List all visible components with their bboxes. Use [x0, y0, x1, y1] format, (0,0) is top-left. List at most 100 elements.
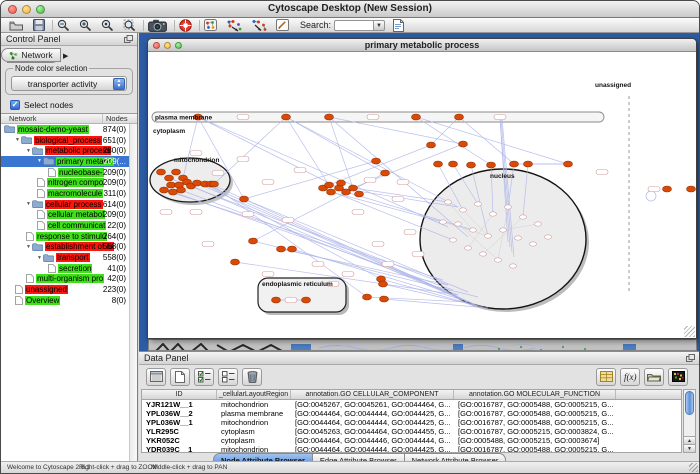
network-node-label[interactable]	[648, 187, 660, 192]
disclosure-triangle-icon[interactable]: ▼	[15, 137, 20, 143]
network-node[interactable]	[282, 114, 291, 120]
network-node[interactable]	[545, 235, 552, 239]
network-node[interactable]	[167, 182, 176, 188]
network-node[interactable]	[172, 169, 181, 175]
tree-column-network[interactable]: Network	[1, 114, 103, 123]
network-window-titlebar[interactable]: primary metabolic process	[148, 39, 696, 52]
tree-row[interactable]: mosaic-demo-yeast874(0)	[1, 124, 137, 135]
network-node[interactable]	[372, 158, 381, 164]
document-icon[interactable]	[393, 18, 404, 32]
network-node[interactable]	[337, 180, 346, 186]
network-node[interactable]	[165, 175, 174, 181]
network-node[interactable]	[510, 161, 519, 167]
scrollbar-thumb[interactable]	[685, 391, 694, 415]
network-node[interactable]	[459, 141, 468, 147]
disclosure-triangle-icon[interactable]: ▼	[26, 148, 31, 154]
minimize-window-icon[interactable]	[22, 5, 31, 14]
network-node[interactable]	[445, 200, 452, 204]
network-node[interactable]	[249, 238, 258, 244]
network-node-label[interactable]	[367, 115, 379, 120]
open-session-icon[interactable]	[9, 18, 24, 32]
new-attribute-icon[interactable]	[170, 368, 190, 386]
network-node-label[interactable]	[262, 272, 274, 277]
network-node-label[interactable]	[404, 230, 416, 235]
network-node-label[interactable]	[342, 272, 354, 277]
network-node-label[interactable]	[237, 115, 249, 120]
tree-column-nodes[interactable]: Nodes	[103, 114, 137, 123]
network-node-label[interactable]	[397, 180, 409, 185]
float-panel-icon[interactable]	[124, 35, 133, 45]
close-frame-icon[interactable]	[153, 42, 160, 49]
network-node[interactable]	[505, 205, 512, 209]
network-node[interactable]	[487, 162, 496, 168]
network-node[interactable]	[485, 234, 492, 238]
network-node[interactable]	[349, 185, 358, 191]
network-node[interactable]	[325, 114, 334, 120]
tree-row[interactable]: ▼biological_process651(0)	[1, 135, 137, 146]
network-node[interactable]	[510, 264, 517, 268]
table-row[interactable]: YKR052Ccytoplasm[GO:0044464, GO:0044446,…	[142, 436, 681, 445]
search-dropdown-arrow-icon[interactable]: ▼	[374, 20, 385, 31]
network-node[interactable]	[440, 220, 447, 224]
network-node[interactable]	[157, 169, 166, 175]
zoom-window-icon[interactable]	[36, 5, 45, 14]
network-node-label[interactable]	[412, 252, 424, 257]
disclosure-triangle-icon[interactable]: ▼	[37, 158, 42, 164]
network-node[interactable]	[231, 259, 240, 265]
import-network-icon[interactable]	[226, 18, 242, 32]
column-header[interactable]: annotation.GO MOLECULAR_FUNCTION	[454, 390, 616, 399]
network-node[interactable]	[564, 161, 573, 167]
network-node[interactable]	[495, 258, 502, 262]
zoom-fit-icon[interactable]	[123, 18, 136, 32]
network-node[interactable]	[515, 236, 522, 240]
tree-row[interactable]: response to stimulu264(0)	[1, 231, 137, 242]
attribute-editor-icon[interactable]	[596, 368, 616, 386]
network-canvas[interactable]: plasma membranecytoplasmmitochondrionnuc…	[148, 52, 696, 338]
network-node-label[interactable]	[242, 212, 254, 217]
import-attributes-folder-icon[interactable]	[644, 368, 664, 386]
zoom-frame-icon[interactable]	[175, 42, 182, 49]
tree-row[interactable]: ▼transport558(0)	[1, 252, 137, 263]
network-node[interactable]	[467, 162, 476, 168]
export-network-icon[interactable]	[251, 18, 267, 32]
network-node-label[interactable]	[596, 170, 608, 175]
tree-row[interactable]: ▼establishment of lo558(0)	[1, 242, 137, 253]
tree-row[interactable]: Overview8(0)	[1, 295, 137, 306]
table-row[interactable]: YLR295Ccytoplasm[GO:0045263, GO:0044464,…	[142, 427, 681, 436]
network-node-label[interactable]	[237, 157, 249, 162]
scroll-down-icon[interactable]: ▼	[684, 444, 695, 452]
network-node-label[interactable]	[282, 218, 294, 223]
table-row[interactable]: YJR121W__1mitochondrion[GO:0045267, GO:0…	[142, 400, 681, 409]
network-node-label[interactable]	[372, 242, 384, 247]
unselect-all-attributes-icon[interactable]	[218, 368, 238, 386]
network-node-label[interactable]	[494, 115, 506, 120]
network-node[interactable]	[412, 114, 421, 120]
network-node[interactable]	[325, 182, 334, 188]
close-window-icon[interactable]	[8, 5, 17, 14]
network-node[interactable]	[524, 161, 533, 167]
table-scrollbar[interactable]: ▲ ▼	[683, 389, 696, 453]
tree-row[interactable]: cellular metabol209(0)	[1, 210, 137, 221]
column-header[interactable]: annotation.GO CELLULAR_COMPONENT	[291, 390, 454, 399]
network-node[interactable]	[450, 238, 457, 242]
float-panel-icon[interactable]	[686, 354, 695, 364]
tree-row[interactable]: nitrogen compo209(0)	[1, 177, 137, 188]
select-nodes-checkbox[interactable]: ✓	[10, 100, 20, 110]
minimize-frame-icon[interactable]	[164, 42, 171, 49]
annotation-icon[interactable]	[276, 18, 289, 32]
network-node-label[interactable]	[202, 242, 214, 247]
network-node-label[interactable]	[382, 262, 394, 267]
network-node[interactable]	[465, 246, 472, 250]
network-node[interactable]	[288, 246, 297, 252]
network-node[interactable]	[277, 246, 286, 252]
network-node[interactable]	[177, 187, 186, 193]
table-row[interactable]: YPL036W__1mitochondrion[GO:0044464, GO:0…	[142, 418, 681, 427]
disclosure-triangle-icon[interactable]: ▼	[26, 244, 31, 250]
network-node-label[interactable]	[190, 151, 202, 156]
network-node[interactable]	[379, 281, 388, 287]
network-node-label[interactable]	[312, 262, 324, 267]
network-node[interactable]	[327, 189, 336, 195]
network-node-label[interactable]	[392, 197, 404, 202]
network-node[interactable]	[520, 215, 527, 219]
window-resize-grip-icon[interactable]	[689, 463, 698, 472]
